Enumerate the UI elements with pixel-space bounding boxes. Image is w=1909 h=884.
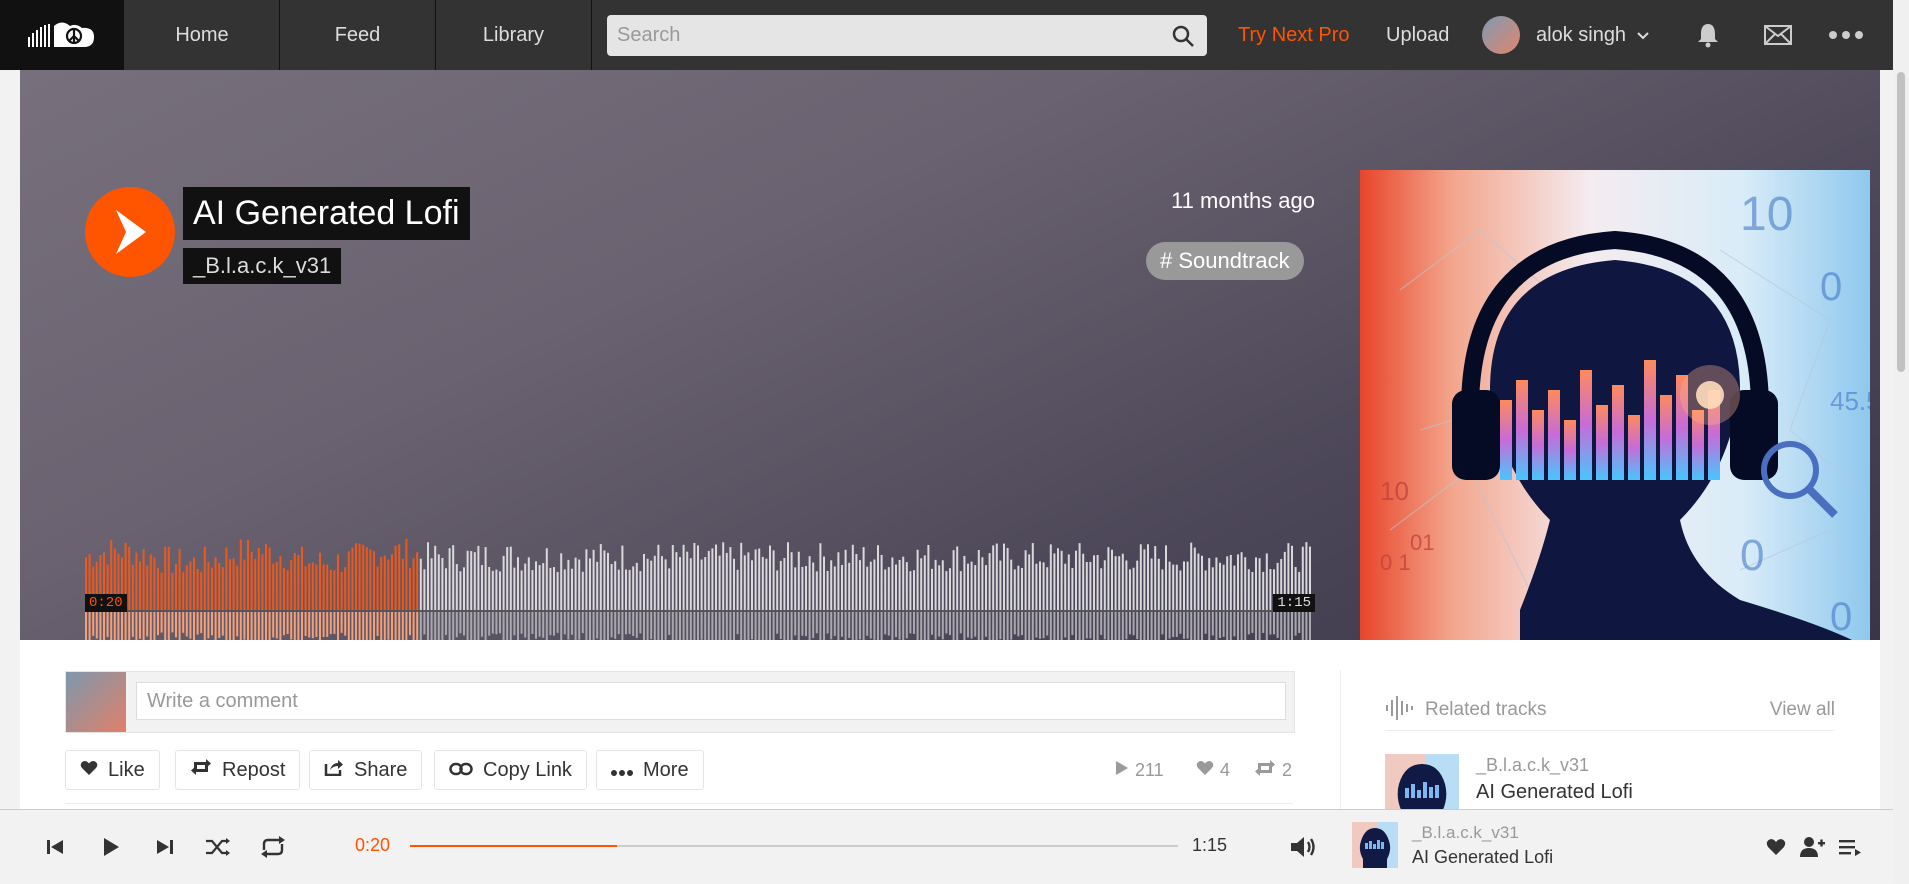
queue-icon[interactable] (1834, 810, 1866, 884)
related-tracks-heading: Related tracks (1425, 699, 1547, 720)
volume-icon[interactable] (1288, 810, 1320, 884)
shuffle-button[interactable] (202, 810, 234, 884)
view-all-link[interactable]: View all (1770, 699, 1835, 721)
related-tracks-header: Related tracks View all (1385, 690, 1835, 731)
like-count: 4 (1196, 750, 1230, 790)
copy-link-label: Copy Link (483, 758, 572, 781)
nav-home-label: Home (175, 23, 229, 46)
share-icon (324, 758, 344, 782)
like-count-value: 4 (1220, 759, 1231, 780)
svg-text:0: 0 (1820, 265, 1842, 309)
repost-button[interactable]: Repost (175, 750, 301, 790)
play-button[interactable] (85, 187, 175, 277)
progress-fill (410, 845, 618, 847)
like-button[interactable]: Like (65, 750, 160, 790)
more-button[interactable]: More (596, 750, 704, 790)
track-artist[interactable]: _B.l.a.c.k_v31 (183, 248, 342, 284)
sidebar-divider (1340, 670, 1341, 810)
username-label: alok singh (1536, 23, 1627, 46)
track-title: AI Generated Lofi (183, 187, 470, 240)
chevron-down-icon (1636, 24, 1650, 47)
nav-library[interactable]: Library (436, 0, 592, 70)
genre-tag[interactable]: # Soundtrack (1146, 242, 1304, 280)
related-track-artist[interactable]: _B.l.a.c.k_v31 (1476, 755, 1589, 776)
play-count: 211 (1115, 750, 1164, 790)
try-next-pro-link[interactable]: Try Next Pro (1238, 0, 1350, 70)
more-label: More (643, 758, 689, 781)
svg-text:0: 0 (1740, 531, 1764, 580)
nav-feed[interactable]: Feed (280, 0, 436, 70)
repost-count: 2 (1254, 750, 1292, 790)
player-artist[interactable]: _B.l.a.c.k_v31 (1412, 823, 1519, 843)
search-icon[interactable] (1171, 24, 1195, 53)
waveform-bars-icon (1385, 695, 1415, 726)
svg-text:45.5: 45.5 (1830, 386, 1870, 416)
like-count-icon (1196, 760, 1214, 781)
upload-link[interactable]: Upload (1386, 0, 1449, 70)
search-bar (607, 15, 1207, 56)
posted-date: 11 months ago (1171, 188, 1315, 213)
user-avatar[interactable] (1482, 16, 1520, 54)
svg-text:10: 10 (1380, 476, 1409, 506)
playback-bar: 0:20 1:15 _B.l.a.c.k_v31 AI Generated Lo… (0, 809, 1909, 884)
repost-icon (190, 758, 212, 782)
player-duration: 1:15 (1192, 835, 1228, 855)
play-pause-button[interactable] (96, 810, 126, 884)
soundcloud-logo-icon[interactable] (0, 0, 124, 70)
svg-text:10: 10 (1740, 188, 1793, 241)
svg-text:0 1: 0 1 (1380, 550, 1411, 575)
repeat-button[interactable] (257, 810, 289, 884)
mail-icon[interactable] (1760, 0, 1796, 70)
waveform[interactable]: 0:20 1:15 (85, 520, 1315, 660)
comment-input[interactable] (136, 682, 1286, 720)
more-dots-small-icon (611, 759, 633, 782)
follow-user-icon[interactable] (1796, 810, 1828, 884)
track-hero: AI Generated Lofi _B.l.a.c.k_v31 11 mont… (20, 70, 1881, 680)
related-track-thumbnail[interactable] (1385, 754, 1459, 810)
related-track-title[interactable]: AI Generated Lofi (1476, 781, 1633, 804)
waveform-elapsed-time: 0:20 (85, 594, 127, 612)
link-icon (449, 759, 473, 782)
progress-bar[interactable] (410, 845, 1178, 847)
next-track-button[interactable] (150, 810, 180, 884)
player-track-title[interactable]: AI Generated Lofi (1412, 847, 1553, 868)
more-dots-icon[interactable] (1826, 0, 1866, 70)
comment-form (65, 671, 1295, 733)
scrollbar-thumb[interactable] (1897, 72, 1905, 372)
like-heart-icon[interactable] (1762, 810, 1790, 884)
player-elapsed-time: 0:20 (355, 835, 391, 855)
nav-library-label: Library (482, 23, 545, 46)
svg-text:01: 01 (1410, 530, 1434, 555)
bell-icon[interactable] (1692, 0, 1724, 70)
repost-count-value: 2 (1282, 759, 1293, 780)
play-count-value: 211 (1135, 759, 1164, 780)
repost-count-icon (1254, 759, 1276, 782)
actions-divider (65, 803, 1293, 804)
waveform-duration: 1:15 (1273, 594, 1315, 612)
share-label: Share (354, 758, 408, 781)
like-label: Like (108, 758, 145, 781)
track-artwork: 10 0 45.5 0 0 10 01 0 1 (1360, 170, 1881, 680)
repost-label: Repost (222, 758, 286, 781)
heart-icon (80, 759, 98, 782)
top-navigation-bar: Home Feed Library Try Next Pro Upload al… (0, 0, 1909, 70)
user-menu[interactable]: alok singh (1536, 0, 1650, 70)
search-input[interactable] (607, 23, 1159, 48)
previous-track-button[interactable] (40, 810, 70, 884)
share-button[interactable]: Share (309, 750, 423, 790)
play-count-icon (1115, 760, 1129, 781)
copy-link-button[interactable]: Copy Link (434, 750, 587, 790)
nav-home[interactable]: Home (125, 0, 280, 70)
comment-user-avatar (66, 672, 126, 732)
player-artwork[interactable] (1352, 822, 1398, 868)
nav-feed-label: Feed (334, 23, 381, 46)
